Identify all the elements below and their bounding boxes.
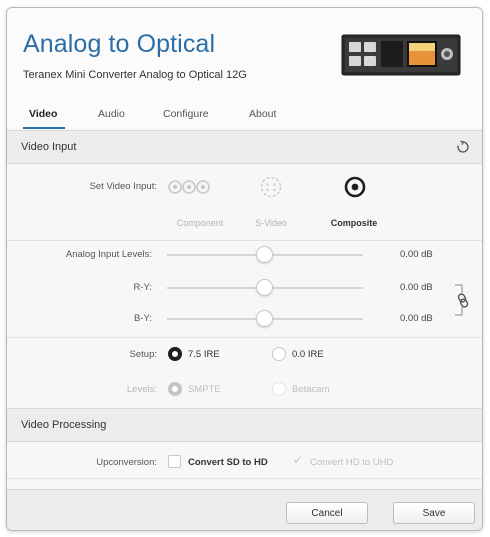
reset-icon[interactable] — [456, 140, 470, 154]
component-label: Component — [176, 218, 224, 228]
header: Analog to Optical Teranex Mini Converter… — [7, 8, 482, 129]
divider — [7, 240, 482, 241]
setup-7-5-ire-label: 7.5 IRE — [188, 349, 220, 360]
composite-label: Composite — [330, 218, 378, 228]
video-processing-section-header: Video Processing — [7, 408, 482, 442]
set-video-input-label: Set Video Input: — [89, 181, 157, 192]
settings-window: Analog to Optical Teranex Mini Converter… — [6, 7, 483, 531]
component-rca-icon[interactable] — [167, 176, 211, 198]
setup-0-0-ire-label: 0.0 IRE — [292, 349, 324, 360]
page-title: Analog to Optical — [23, 30, 216, 58]
video-input-section-header: Video Input — [7, 130, 482, 164]
device-image-icon — [341, 34, 461, 76]
section-title: Video Processing — [21, 419, 107, 431]
setup-7-5-ire-radio[interactable] — [168, 347, 182, 361]
levels-smpte-label: SMPTE — [188, 384, 221, 395]
setup-0-0-ire-radio[interactable] — [272, 347, 286, 361]
save-button[interactable]: Save — [393, 502, 475, 524]
checkmark-icon[interactable]: ✓ — [293, 453, 303, 467]
divider — [7, 337, 482, 338]
b-y-slider-knob[interactable] — [256, 310, 273, 327]
levels-smpte-radio[interactable] — [168, 382, 182, 396]
divider — [7, 478, 482, 479]
composite-rca-icon[interactable] — [343, 175, 367, 199]
b-y-label: B-Y: — [134, 313, 152, 324]
setup-label: Setup: — [129, 349, 157, 360]
analog-input-levels-label: Analog Input Levels: — [65, 249, 152, 260]
tab-audio[interactable]: Audio — [98, 108, 125, 120]
r-y-label: R-Y: — [133, 282, 152, 293]
active-tab-indicator — [23, 127, 65, 129]
convert-sd-to-hd-checkbox[interactable] — [168, 455, 181, 468]
cancel-button[interactable]: Cancel — [286, 502, 368, 524]
r-y-value: 0.00 dB — [400, 282, 433, 293]
section-title: Video Input — [21, 141, 77, 153]
s-video-connector-icon[interactable] — [259, 175, 283, 199]
levels-betacam-radio[interactable] — [272, 382, 286, 396]
tab-about[interactable]: About — [249, 108, 276, 120]
tab-video[interactable]: Video — [29, 108, 57, 120]
convert-hd-to-uhd-label: Convert HD to UHD — [310, 457, 394, 468]
levels-label: Levels: — [126, 384, 157, 395]
link-chain-icon[interactable] — [453, 283, 473, 317]
upconversion-label: Upconversion: — [96, 457, 157, 468]
level-value: 0.00 dB — [400, 249, 433, 260]
r-y-slider-knob[interactable] — [256, 279, 273, 296]
device-model: Teranex Mini Converter Analog to Optical… — [23, 69, 247, 81]
s-video-label: S-Video — [255, 218, 287, 228]
convert-sd-to-hd-label: Convert SD to HD — [188, 457, 268, 468]
level-slider-knob[interactable] — [256, 246, 273, 263]
levels-betacam-label: Betacam — [292, 384, 330, 395]
tab-configure[interactable]: Configure — [163, 108, 209, 120]
footer: Cancel Save — [7, 489, 482, 530]
b-y-value: 0.00 dB — [400, 313, 433, 324]
